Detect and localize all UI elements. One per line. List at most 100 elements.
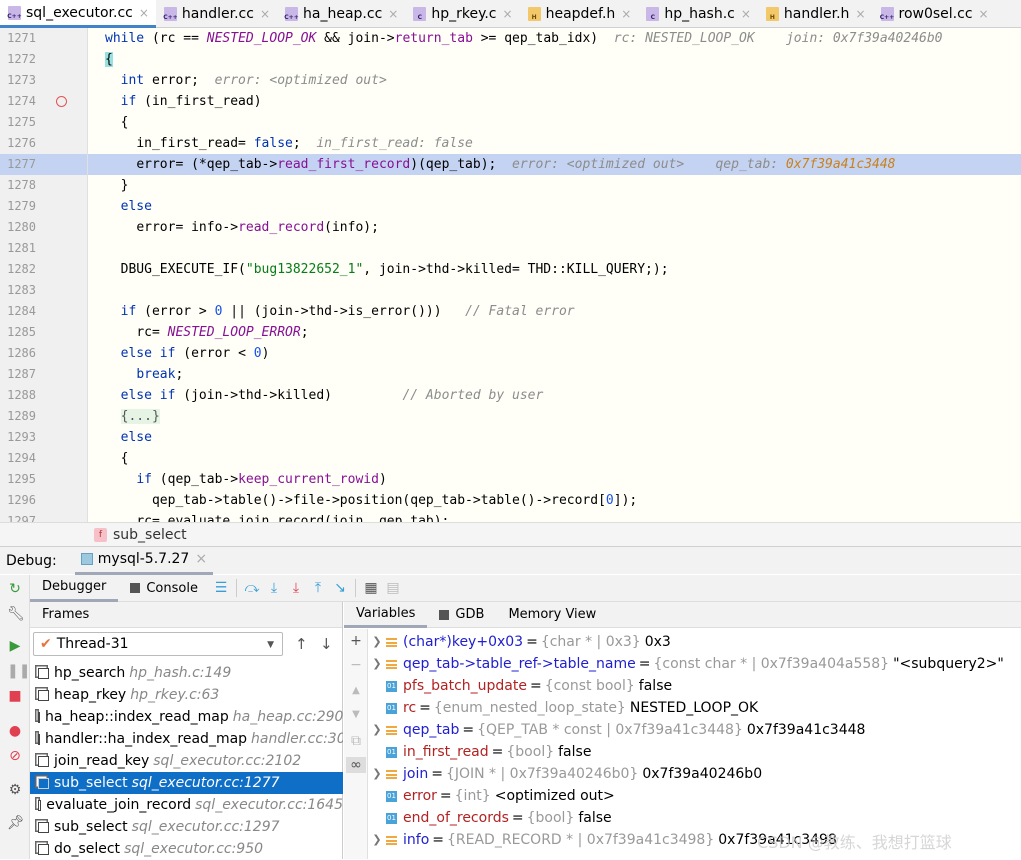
close-icon[interactable]: × <box>741 7 751 21</box>
variable-row[interactable]: 01 pfs_batch_update = {const bool} false <box>368 675 1021 697</box>
remove-icon[interactable]: − <box>349 657 363 673</box>
variable-type: {bool} <box>526 810 575 826</box>
watches-icon[interactable]: ∞ <box>346 757 366 773</box>
frame-item[interactable]: evaluate_join_record sql_executor.cc:1645 <box>30 794 343 816</box>
expand-chevron-icon[interactable]: ❯ <box>368 829 386 851</box>
variable-row[interactable]: ❯ qep_tab = {QEP_TAB * const | 0x7f39a41c34… <box>368 719 1021 741</box>
tab-gdb[interactable]: GDB <box>427 602 496 628</box>
tab-sql-executor-cc[interactable]: C++ sql_executor.cc × <box>0 0 156 28</box>
expand-chevron-icon[interactable]: ❯ <box>368 653 386 675</box>
variable-row[interactable]: 01 end_of_records = {bool} false <box>368 807 1021 829</box>
tab-handler-h[interactable]: Hhandler.h × <box>758 0 873 28</box>
tab-handler-cc[interactable]: C++ handler.cc × <box>156 0 277 28</box>
frame-item[interactable]: handler::ha_index_read_map handler.cc:30 <box>30 728 343 750</box>
frame-item[interactable]: hp_search hp_hash.c:149 <box>30 662 343 684</box>
variable-row[interactable]: ❯ join = {JOIN * | 0x7f39a40246b0} 0x7f39a40… <box>368 763 1021 785</box>
resume-icon[interactable]: ▶ <box>7 638 23 654</box>
close-icon[interactable]: × <box>260 7 270 21</box>
arrow-down-icon[interactable]: ↓ <box>320 635 333 653</box>
move-down-icon[interactable]: ▼ <box>349 709 363 720</box>
breadcrumb-function[interactable]: sub_select <box>113 527 187 543</box>
force-step-into-icon[interactable]: ⤓ <box>285 580 307 596</box>
frame-item[interactable]: join_read_key sql_executor.cc:2102 <box>30 750 343 772</box>
step-over-icon[interactable]: ⤼ <box>241 580 263 596</box>
trace-icon[interactable]: ▤ <box>382 580 404 596</box>
code-token: (qep_tab-> <box>151 472 239 487</box>
settings-icon[interactable]: ⚙ <box>7 782 23 798</box>
watermark: CSDN @教练、我想打篮球 <box>757 833 952 852</box>
run-to-cursor-icon[interactable]: ↘ <box>329 580 351 596</box>
code-token: read_record <box>238 220 325 235</box>
close-icon[interactable]: × <box>503 7 513 21</box>
variable-row[interactable]: ❯ (char*)key+0x03 = {char * | 0x3} 0x3 <box>368 631 1021 653</box>
tab-hp-hash-c[interactable]: Chp_hash.c × <box>638 0 758 28</box>
add-icon[interactable]: + <box>349 633 363 649</box>
tab-row0sel-cc[interactable]: C++ row0sel.cc × <box>873 0 996 28</box>
variable-row[interactable]: 01 in_first_read = {bool} false <box>368 741 1021 763</box>
line-number: 1276 <box>7 136 36 150</box>
code-token: DBUG_EXECUTE_IF( <box>120 262 246 277</box>
tab-console[interactable]: Console <box>118 575 210 602</box>
layout-icon[interactable]: ☰ <box>210 580 232 596</box>
code-line: else <box>88 427 1021 448</box>
copy-icon[interactable]: ⧉ <box>349 733 363 749</box>
variable-list: ❯ (char*)key+0x03 = {char * | 0x3} 0x3 ❯ qep_t… <box>368 631 1021 851</box>
close-icon[interactable]: × <box>388 7 398 21</box>
debug-session-tab[interactable]: mysql-5.7.27 × <box>74 547 214 575</box>
code-line: if (error > 0 || (join->thd->is_error())… <box>88 301 1021 322</box>
frame-location: sql_executor.cc:950 <box>124 841 264 857</box>
step-out-icon[interactable]: ⤒ <box>307 580 329 596</box>
wrench-icon[interactable]: 🔧︎ <box>7 606 25 622</box>
close-icon[interactable]: × <box>855 7 865 21</box>
step-into-icon[interactable]: ⤓ <box>263 580 285 596</box>
tab-hp-rkey-c[interactable]: Chp_rkey.c × <box>405 0 519 28</box>
code-editor[interactable]: 1271 1272 1273 1274 1275 1276 1277 1278 1279 1280… <box>0 28 1021 522</box>
variable-row[interactable]: ❯ qep_tab->table_ref->table_name = {const c… <box>368 653 1021 675</box>
view-breakpoints-icon[interactable]: ● <box>7 723 23 739</box>
variable-row[interactable]: 01 error = {int} <optimized out> <box>368 785 1021 807</box>
expand-chevron-icon[interactable]: ❯ <box>368 763 386 785</box>
frame-item[interactable]: heap_rkey hp_rkey.c:63 <box>30 684 343 706</box>
close-icon[interactable]: × <box>139 6 149 20</box>
code-token: 0 <box>605 493 614 508</box>
move-up-icon[interactable]: ▲ <box>349 685 363 696</box>
breadcrumb[interactable]: f sub_select <box>0 522 1021 546</box>
code-token: error= (*qep_tab-> <box>136 157 278 172</box>
close-icon[interactable]: × <box>621 7 631 21</box>
pin-icon[interactable]: 📌︎ <box>7 815 25 831</box>
equals-sign: = <box>529 678 542 694</box>
variable-name: join <box>403 766 429 782</box>
expand-chevron-icon[interactable]: ❯ <box>368 631 386 653</box>
mute-breakpoints-icon[interactable]: ⊘ <box>7 748 23 764</box>
breakpoint-icon[interactable] <box>56 96 67 107</box>
tab-memory-view[interactable]: Memory View <box>496 602 608 628</box>
stop-icon[interactable]: ■ <box>7 688 23 704</box>
tab-ha-heap-cc[interactable]: C++ ha_heap.cc × <box>277 0 405 28</box>
frame-function: hp_search <box>54 665 126 681</box>
line-number: 1288 <box>7 388 36 402</box>
close-icon[interactable]: × <box>195 551 207 567</box>
frame-function: join_read_key <box>54 753 150 769</box>
variable-row[interactable]: 01 rc = {enum_nested_loop_state} NESTED_LOOP… <box>368 697 1021 719</box>
pause-icon[interactable]: ❚❚ <box>7 663 30 679</box>
frame-item[interactable]: sub_select sql_executor.cc:1277 <box>30 772 343 794</box>
tab-debugger[interactable]: Debugger <box>30 575 119 602</box>
frame-item[interactable]: ha_heap::index_read_map ha_heap.cc:290 <box>30 706 343 728</box>
variable-value: 0x7f39a40246b0 <box>642 766 763 782</box>
frame-item[interactable]: do_select sql_executor.cc:950 <box>30 838 343 860</box>
rerun-icon[interactable]: ↻ <box>7 581 23 597</box>
object-icon <box>386 659 397 669</box>
thread-select[interactable]: ✔ Thread-31 ▼ <box>33 632 283 656</box>
expand-chevron-icon[interactable]: ❯ <box>368 719 386 741</box>
tab-heapdef-h[interactable]: Hheapdef.h × <box>520 0 639 28</box>
tab-variables[interactable]: Variables <box>344 602 428 628</box>
line-number: 1274 <box>7 94 36 108</box>
arrow-up-icon[interactable]: ↑ <box>295 635 308 653</box>
folded-code[interactable]: {...} <box>120 409 160 424</box>
variable-name: rc <box>403 700 417 716</box>
code-token: if <box>136 472 152 487</box>
evaluate-expression-icon[interactable]: ▦ <box>360 580 382 596</box>
close-icon[interactable]: × <box>979 7 989 21</box>
frame-item[interactable]: sub_select sql_executor.cc:1297 <box>30 816 343 838</box>
line-number: 1284 <box>7 304 36 318</box>
